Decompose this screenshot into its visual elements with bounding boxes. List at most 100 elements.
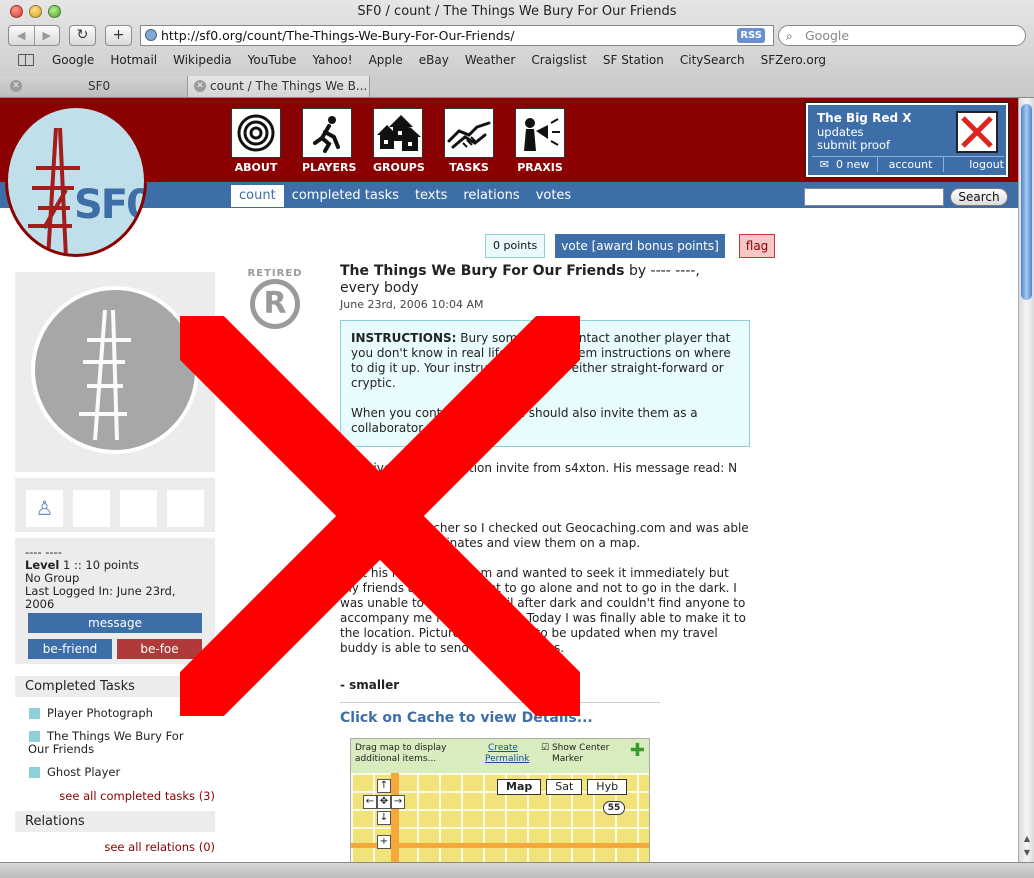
see-all-relations-link[interactable]: see all relations (0) (15, 840, 215, 854)
cache-details-link[interactable]: Click on Cache to view Details... (340, 710, 660, 726)
see-all-completed-link[interactable]: see all completed tasks (3) (15, 789, 215, 803)
bookmark-hotmail[interactable]: Hotmail (110, 53, 157, 67)
bookmark-weather[interactable]: Weather (465, 53, 516, 67)
nav-about[interactable]: ABOUT (231, 108, 281, 174)
bookmarks-bar: Google Hotmail Wikipedia YouTube Yahoo! … (0, 48, 1034, 72)
tab-sf0[interactable]: ✕ SF0 (0, 76, 188, 97)
task-content: The Things We Bury For Our Friends by --… (340, 263, 750, 862)
tab-count[interactable]: ✕ count / The Things We B... (188, 76, 370, 97)
updates-link[interactable]: updates (817, 125, 864, 139)
subnav-votes[interactable]: votes (528, 185, 580, 207)
create-permalink-link[interactable]: Create Permalink (485, 743, 529, 765)
new-tab-button[interactable]: + (105, 25, 132, 46)
subnav-completed-tasks[interactable]: completed tasks (284, 185, 407, 207)
completed-task-link[interactable]: Ghost Player (15, 766, 215, 779)
zoom-in-icon[interactable]: + (377, 835, 391, 849)
map-type-map[interactable]: Map (497, 779, 542, 795)
highway-shield: 55 (603, 801, 625, 815)
empty-badge-slot (120, 490, 157, 527)
site-search-button[interactable]: Search (950, 188, 1008, 206)
pan-up-icon[interactable]: ↑ (377, 779, 391, 793)
username-link[interactable]: The Big Red X (817, 111, 911, 125)
level-label: Level (25, 558, 60, 572)
task-actions: 0 points vote [award bonus points] flag (485, 234, 776, 258)
pan-down-icon[interactable]: ↓ (377, 811, 391, 825)
account-link[interactable]: account (878, 157, 944, 172)
registered-mark-icon: R (250, 279, 300, 329)
bookmark-google[interactable]: Google (52, 53, 94, 67)
retired-stamp: RETIRED R (247, 268, 303, 330)
megaphone-icon (515, 108, 565, 158)
forward-button[interactable]: ▶ (35, 26, 60, 45)
address-bar[interactable]: http://sf0.org/count/The-Things-We-Bury-… (140, 25, 774, 46)
rss-button[interactable]: RSS (737, 28, 765, 43)
bookmark-sf-station[interactable]: SF Station (603, 53, 664, 67)
vertical-scrollbar[interactable]: ▲ ▼ (1018, 98, 1034, 862)
badges-row: ♙ (15, 478, 215, 532)
back-button[interactable]: ◀ (9, 26, 35, 45)
envelope-icon: ✉ (819, 158, 829, 171)
subnav-count[interactable]: count (231, 185, 284, 207)
completed-task-link[interactable]: Player Photograph (15, 707, 215, 720)
bookmark-wikipedia[interactable]: Wikipedia (173, 53, 232, 67)
retired-label: RETIRED (247, 268, 303, 279)
nav-praxis[interactable]: PRAXIS (515, 108, 565, 174)
sub-nav: count completed tasks texts relations vo… (231, 185, 579, 207)
vote-button[interactable]: vote [award bonus points] (555, 234, 725, 258)
close-tab-icon[interactable]: ✕ (10, 80, 22, 92)
map-embed: Click on Cache to view Details... Drag m… (340, 702, 660, 862)
red-x-avatar-icon[interactable] (956, 111, 998, 153)
pan-left-icon[interactable]: ← (363, 795, 377, 809)
points-text: :: 10 points (74, 558, 140, 572)
befoe-button[interactable]: be-foe (117, 639, 202, 659)
subnav-texts[interactable]: texts (407, 185, 455, 207)
add-icon[interactable]: ✚ (630, 742, 645, 760)
logout-link[interactable]: logout (944, 157, 1004, 172)
bookmark-citysearch[interactable]: CitySearch (680, 53, 745, 67)
nav-groups[interactable]: GROUPS (373, 108, 425, 174)
close-tab-icon[interactable]: ✕ (194, 80, 206, 92)
browser-search-placeholder: Google (805, 28, 850, 43)
show-center-checkbox[interactable]: ☑ Show Center Marker (541, 743, 616, 765)
flag-button[interactable]: flag (738, 234, 776, 258)
bookmark-craigslist[interactable]: Craigslist (531, 53, 587, 67)
befriend-button[interactable]: be-friend (28, 639, 112, 659)
bookmark-ebay[interactable]: eBay (419, 53, 449, 67)
site-search-input[interactable] (804, 188, 944, 206)
task-author[interactable]: by ---- ----, (629, 263, 700, 279)
map-view[interactable]: Drag map to display additional items... … (350, 738, 650, 862)
reload-button[interactable]: ↻ (69, 25, 96, 46)
runner-icon (302, 108, 352, 158)
pawn-badge-icon[interactable]: ♙ (26, 490, 63, 527)
search-icon: ⌕ (786, 29, 793, 43)
scroll-arrows[interactable]: ▲ ▼ (1019, 832, 1034, 862)
completed-task-link[interactable]: The Things We Bury For Our Friends (15, 730, 215, 756)
bookmark-apple[interactable]: Apple (369, 53, 403, 67)
tower-silhouette-icon (79, 309, 131, 441)
subnav-relations[interactable]: relations (455, 185, 527, 207)
submit-proof-link[interactable]: submit proof (817, 138, 890, 152)
messages-link[interactable]: ✉ 0 new (812, 157, 878, 172)
sf0-logo[interactable]: SF0 (5, 105, 147, 257)
favicon-icon (145, 29, 157, 41)
smaller-toggle[interactable]: - smaller (340, 678, 750, 692)
map-type-hyb[interactable]: Hyb (587, 779, 628, 795)
map-road (391, 773, 399, 862)
nav-tasks[interactable]: TASKS (444, 108, 494, 174)
task-name: The Things We Bury For Our Friends (340, 263, 625, 279)
nav-players[interactable]: PLAYERS (302, 108, 356, 174)
bookmark-youtube[interactable]: YouTube (248, 53, 297, 67)
bookmark-sfzero[interactable]: SFZero.org (761, 53, 826, 67)
message-button[interactable]: message (28, 613, 202, 633)
tab-label: SF0 (88, 79, 111, 93)
bookmarks-book-icon[interactable] (18, 54, 34, 66)
map-hint-bar: Drag map to display additional items... … (351, 739, 649, 773)
nav-label: TASKS (449, 161, 489, 174)
map-type-sat[interactable]: Sat (546, 779, 583, 795)
pan-center-icon[interactable]: ✥ (377, 795, 391, 809)
pan-right-icon[interactable]: → (391, 795, 405, 809)
browser-search-input[interactable]: ⌕ Google (778, 25, 1026, 46)
scrollbar-thumb[interactable] (1021, 104, 1032, 300)
bookmark-yahoo[interactable]: Yahoo! (312, 53, 352, 67)
task-title: The Things We Bury For Our Friends by --… (340, 263, 750, 297)
